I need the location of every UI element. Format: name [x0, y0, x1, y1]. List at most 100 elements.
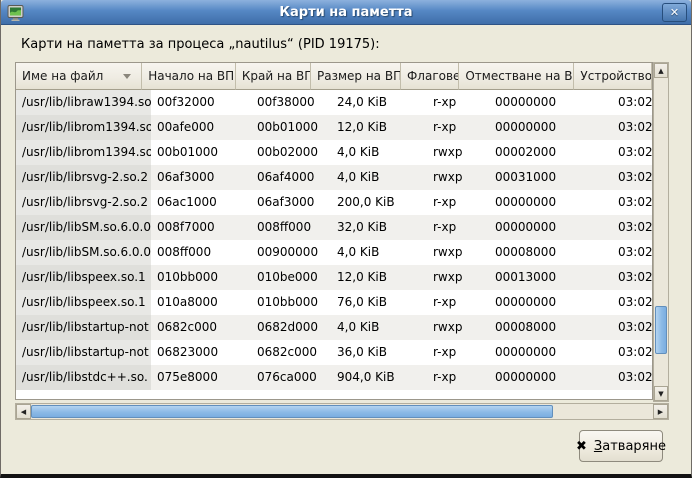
scroll-down-icon[interactable]: ▼: [654, 386, 668, 401]
window-close-button[interactable]: ✕: [662, 3, 687, 22]
cell-filename: /usr/lib/librsvg-2.so.2: [16, 190, 151, 215]
close-dialog-button[interactable]: ✖ Затваряне: [579, 430, 663, 462]
column-header-vm_end[interactable]: Край на ВП: [236, 63, 311, 90]
titlebar[interactable]: Карти на паметта ✕: [1, 0, 691, 25]
scroll-right-icon[interactable]: ▶: [653, 404, 668, 419]
cell-vm_size: 4,0 KiB: [331, 140, 427, 165]
cell-vm_end: 010be000: [251, 265, 331, 290]
scroll-up-icon[interactable]: ▲: [654, 63, 668, 78]
column-header-vm_start[interactable]: Начало на ВП: [142, 63, 236, 90]
cell-vm_end: 00b02000: [251, 140, 331, 165]
cell-vm_size: 76,0 KiB: [331, 290, 427, 315]
cell-vm_size: 4,0 KiB: [331, 165, 427, 190]
cell-filename: /usr/lib/libSM.so.6.0.0: [16, 215, 151, 240]
cell-device: 03:02: [612, 365, 652, 390]
cell-flags: r-xp: [427, 340, 489, 365]
cell-filename: /usr/lib/libstartup-not: [16, 340, 151, 365]
cell-vm_offset: 00000000: [489, 115, 612, 140]
column-header-vm_size[interactable]: Размер на ВП: [311, 63, 401, 90]
cell-vm_offset: 00008000: [489, 315, 612, 340]
cell-flags: r-xp: [427, 115, 489, 140]
cell-flags: rwxp: [427, 315, 489, 340]
cell-vm_size: 12,0 KiB: [331, 115, 427, 140]
cell-vm_start: 010bb000: [151, 265, 251, 290]
table-row[interactable]: /usr/lib/libraw1394.so00f3200000f3800024…: [16, 90, 652, 115]
cell-vm_start: 06ac1000: [151, 190, 251, 215]
cell-vm_start: 075e8000: [151, 365, 251, 390]
cell-flags: r-xp: [427, 215, 489, 240]
cell-flags: r-xp: [427, 90, 489, 115]
cell-vm_start: 008f7000: [151, 215, 251, 240]
column-header-label: Отместване на ВП: [465, 69, 574, 83]
cell-vm_size: 904,0 KiB: [331, 365, 427, 390]
table-body: /usr/lib/libraw1394.so00f3200000f3800024…: [16, 90, 652, 390]
cell-vm_start: 06823000: [151, 340, 251, 365]
cell-filename: /usr/lib/libSM.so.6.0.0: [16, 240, 151, 265]
cell-vm_start: 0682c000: [151, 315, 251, 340]
horizontal-scrollbar[interactable]: ◀ ▶: [15, 403, 669, 420]
table-row[interactable]: /usr/lib/libspeex.so.1010a8000010bb00076…: [16, 290, 652, 315]
cell-flags: r-xp: [427, 190, 489, 215]
column-header-vm_offset[interactable]: Отместване на ВП: [459, 63, 574, 90]
cell-device: 03:02: [612, 115, 652, 140]
table-row[interactable]: /usr/lib/libstdc++.so.075e8000076ca00090…: [16, 365, 652, 390]
cell-flags: rwxp: [427, 140, 489, 165]
cell-device: 03:02: [612, 340, 652, 365]
cell-filename: /usr/lib/librom1394.so: [16, 115, 151, 140]
cell-device: 03:02: [612, 140, 652, 165]
column-header-label: Размер на ВП: [317, 69, 401, 83]
cell-filename: /usr/lib/libraw1394.so: [16, 90, 151, 115]
close-x-icon: ✖: [576, 439, 587, 454]
cell-device: 03:02: [612, 165, 652, 190]
vertical-scrollbar[interactable]: ▲ ▼: [653, 62, 669, 402]
cell-vm_end: 00f38000: [251, 90, 331, 115]
cell-filename: /usr/lib/librsvg-2.so.2: [16, 165, 151, 190]
table-row[interactable]: /usr/lib/libSM.so.6.0.0008f7000008ff0003…: [16, 215, 652, 240]
cell-filename: /usr/lib/librom1394.so: [16, 140, 151, 165]
cell-vm_end: 00b01000: [251, 115, 331, 140]
cell-vm_size: 36,0 KiB: [331, 340, 427, 365]
cell-device: 03:02: [612, 240, 652, 265]
sort-descending-icon: [123, 74, 131, 79]
window-title: Карти на паметта: [1, 5, 691, 20]
cell-flags: r-xp: [427, 365, 489, 390]
table-row[interactable]: /usr/lib/librom1394.so00b0100000b020004,…: [16, 140, 652, 165]
cell-flags: rwxp: [427, 165, 489, 190]
cell-vm_size: 24,0 KiB: [331, 90, 427, 115]
table-row[interactable]: /usr/lib/librsvg-2.so.206ac100006af30002…: [16, 190, 652, 215]
table-row[interactable]: /usr/lib/libstartup-not068230000682c0003…: [16, 340, 652, 365]
cell-vm_size: 4,0 KiB: [331, 315, 427, 340]
cell-vm_offset: 00000000: [489, 365, 612, 390]
horizontal-scrollbar-thumb[interactable]: [31, 405, 553, 418]
table-row[interactable]: /usr/lib/libspeex.so.1010bb000010be00012…: [16, 265, 652, 290]
column-header-label: Име на файл: [22, 69, 103, 83]
vertical-scrollbar-thumb[interactable]: [655, 306, 667, 354]
table-row[interactable]: /usr/lib/libSM.so.6.0.0008ff000009000004…: [16, 240, 652, 265]
cell-vm_size: 32,0 KiB: [331, 215, 427, 240]
column-header-label: Начало на ВП: [148, 69, 234, 83]
column-header-label: Устройство: [580, 69, 652, 83]
cell-vm_start: 008ff000: [151, 240, 251, 265]
cell-vm_size: 200,0 KiB: [331, 190, 427, 215]
cell-filename: /usr/lib/libspeex.so.1: [16, 290, 151, 315]
table-row[interactable]: /usr/lib/libstartup-not0682c0000682d0004…: [16, 315, 652, 340]
cell-vm_end: 076ca000: [251, 365, 331, 390]
cell-vm_start: 06af3000: [151, 165, 251, 190]
cell-vm_offset: 00008000: [489, 240, 612, 265]
cell-vm_end: 008ff000: [251, 215, 331, 240]
table-row[interactable]: /usr/lib/librsvg-2.so.206af300006af40004…: [16, 165, 652, 190]
scroll-left-icon[interactable]: ◀: [16, 404, 31, 419]
cell-vm_offset: 00031000: [489, 165, 612, 190]
cell-vm_offset: 00000000: [489, 340, 612, 365]
cell-flags: rwxp: [427, 265, 489, 290]
column-header-device[interactable]: Устройство: [574, 63, 652, 90]
cell-device: 03:02: [612, 315, 652, 340]
column-header-filename[interactable]: Име на файл: [16, 63, 142, 90]
cell-vm_offset: 00013000: [489, 265, 612, 290]
cell-vm_end: 06af4000: [251, 165, 331, 190]
column-header-flags[interactable]: Флагове: [401, 63, 459, 90]
cell-vm_offset: 00000000: [489, 190, 612, 215]
cell-vm_end: 00900000: [251, 240, 331, 265]
table-row[interactable]: /usr/lib/librom1394.so00afe00000b0100012…: [16, 115, 652, 140]
cell-filename: /usr/lib/libstdc++.so.: [16, 365, 151, 390]
